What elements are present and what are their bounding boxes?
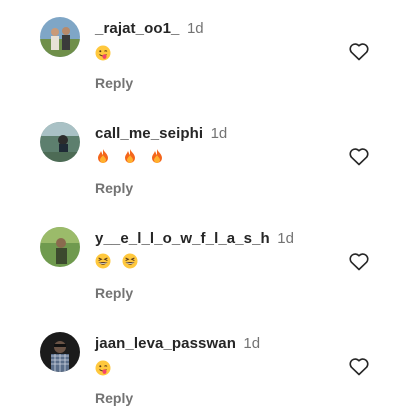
- reply-button[interactable]: Reply: [95, 390, 133, 406]
- comment-item: jaan_leva_passwan 1d Reply: [0, 327, 401, 418]
- timestamp[interactable]: 1d: [187, 20, 204, 37]
- grinning-squinting-face-emoji: [122, 253, 138, 269]
- username[interactable]: y__e_l_l_o_w_f_l_a_s_h: [95, 230, 270, 247]
- timestamp[interactable]: 1d: [211, 125, 228, 142]
- avatar-image: [40, 227, 80, 267]
- comment-header: _rajat_oo1_ 1d: [95, 20, 204, 38]
- heart-outline-icon: [349, 148, 369, 166]
- comment-header: y__e_l_l_o_w_f_l_a_s_h 1d: [95, 230, 294, 248]
- like-button[interactable]: [347, 39, 371, 63]
- reply-button[interactable]: Reply: [95, 75, 133, 91]
- avatar[interactable]: [40, 122, 80, 162]
- heart-outline-icon: [349, 253, 369, 271]
- avatar-image: [40, 122, 80, 162]
- comment-item: call_me_seiphi 1d Reply: [0, 117, 401, 217]
- winking-face-with-tongue-emoji: [95, 360, 111, 376]
- reply-button[interactable]: Reply: [95, 285, 133, 301]
- comment-text: [95, 45, 111, 61]
- like-button[interactable]: [347, 354, 371, 378]
- fire-emoji: [98, 149, 108, 163]
- avatar-image: [40, 332, 80, 372]
- comment-text: [95, 253, 138, 269]
- comments-list: _rajat_oo1_ 1d Reply call_me_seiphi 1d R…: [0, 0, 401, 418]
- timestamp[interactable]: 1d: [277, 230, 294, 247]
- like-button[interactable]: [347, 144, 371, 168]
- fire-emoji: [125, 149, 135, 163]
- comment-text: [95, 360, 111, 376]
- avatar[interactable]: [40, 227, 80, 267]
- comment-header: call_me_seiphi 1d: [95, 125, 227, 143]
- username[interactable]: _rajat_oo1_: [95, 20, 179, 37]
- comment-text: [95, 148, 165, 164]
- avatar[interactable]: [40, 332, 80, 372]
- like-button[interactable]: [347, 249, 371, 273]
- heart-outline-icon: [349, 358, 369, 376]
- grinning-squinting-face-emoji: [95, 253, 111, 269]
- username[interactable]: jaan_leva_passwan: [95, 335, 236, 352]
- username[interactable]: call_me_seiphi: [95, 125, 203, 142]
- comment-item: _rajat_oo1_ 1d Reply: [0, 12, 401, 112]
- avatar-image: [40, 17, 80, 57]
- heart-outline-icon: [349, 43, 369, 61]
- winking-face-with-tongue-emoji: [95, 45, 111, 61]
- comment-header: jaan_leva_passwan 1d: [95, 335, 260, 353]
- reply-button[interactable]: Reply: [95, 180, 133, 196]
- comment-item: y__e_l_l_o_w_f_l_a_s_h 1d Reply: [0, 222, 401, 322]
- fire-emoji: [152, 149, 162, 163]
- avatar[interactable]: [40, 17, 80, 57]
- timestamp[interactable]: 1d: [243, 335, 260, 352]
